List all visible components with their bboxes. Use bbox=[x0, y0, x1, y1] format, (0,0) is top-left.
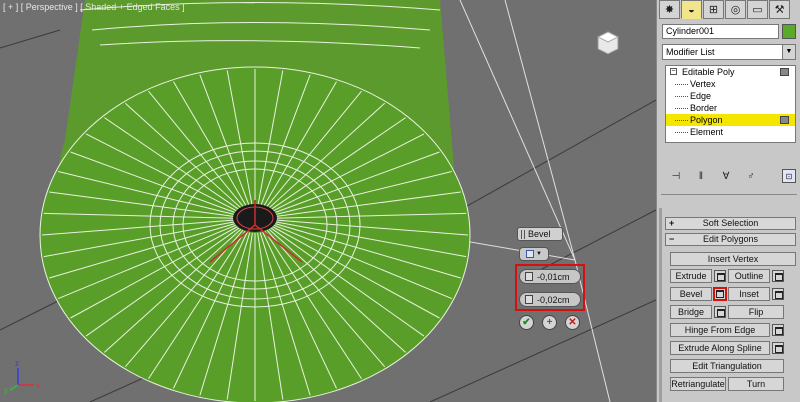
bevel-outline-field[interactable]: -0,02cm bbox=[519, 292, 581, 307]
soft-selection-rollout[interactable]: + Soft Selection bbox=[665, 217, 796, 230]
display-icon: ▭ bbox=[752, 4, 763, 16]
extrude-along-spline-button[interactable]: Extrude Along Spline bbox=[670, 341, 770, 355]
command-panel-tabs: ✸ ◒ ⊞ ◎ ▭ ⚒ bbox=[659, 0, 790, 20]
bevel-caddy-label: Bevel bbox=[528, 229, 551, 239]
collapse-icon: − bbox=[669, 234, 675, 244]
modifier-stack: − Editable Poly Vertex Edge Border Polyg… bbox=[665, 65, 796, 143]
object-name-field[interactable]: Cylinder001 bbox=[662, 24, 779, 39]
viewport-scene: x y z bbox=[0, 0, 656, 402]
collapse-icon[interactable]: − bbox=[670, 68, 677, 75]
command-panel: ✸ ◒ ⊞ ◎ ▭ ⚒ Cylinder001 Modifier List ▼ … bbox=[656, 0, 800, 402]
edit-triangulation-button[interactable]: Edit Triangulation bbox=[670, 359, 784, 373]
bridge-button[interactable]: Bridge bbox=[670, 305, 712, 319]
light-bulb-icon[interactable] bbox=[780, 68, 789, 76]
remove-modifier-icon[interactable]: ♂ bbox=[740, 171, 762, 182]
bevel-height-value: -0,01cm bbox=[537, 271, 570, 282]
outline-settings-icon[interactable] bbox=[772, 270, 784, 282]
inset-button[interactable]: Inset bbox=[728, 287, 770, 301]
bevel-caddy-title[interactable]: Bevel bbox=[517, 227, 563, 241]
tab-motion[interactable]: ◎ bbox=[725, 0, 746, 19]
edit-polygons-rollout[interactable]: − Edit Polygons bbox=[665, 233, 796, 246]
polygon-level-icon bbox=[780, 116, 789, 124]
inset-settings-icon[interactable] bbox=[772, 288, 784, 300]
hinge-settings-icon[interactable] bbox=[772, 324, 784, 336]
modifier-list-dropdown[interactable]: Modifier List ▼ bbox=[662, 44, 796, 60]
caddy-grip-icon[interactable] bbox=[521, 229, 525, 239]
retriangulate-button[interactable]: Retriangulate bbox=[670, 377, 726, 391]
bevel-outline-value: -0,02cm bbox=[537, 294, 570, 305]
outline-icon bbox=[525, 295, 533, 304]
tab-display[interactable]: ▭ bbox=[747, 0, 768, 19]
extrude-along-spline-settings-icon[interactable] bbox=[772, 342, 784, 354]
caddy-ok-button[interactable]: ✔ bbox=[519, 315, 534, 330]
svg-text:y: y bbox=[4, 386, 8, 395]
hinge-from-edge-button[interactable]: Hinge From Edge bbox=[670, 323, 770, 337]
stack-tools: ⊣ ǁ ∀ ♂ ⊡ bbox=[665, 167, 796, 185]
tab-utilities[interactable]: ⚒ bbox=[769, 0, 790, 19]
stack-item-border[interactable]: Border bbox=[666, 102, 795, 114]
bevel-type-dropdown[interactable]: ▼ bbox=[519, 247, 549, 261]
bevel-height-field[interactable]: -0,01cm bbox=[519, 269, 581, 284]
group-type-icon bbox=[526, 250, 535, 258]
stack-item-edge[interactable]: Edge bbox=[666, 90, 795, 102]
perspective-viewport[interactable]: x y z [ + ] [ Perspective ] [ Shaded + E… bbox=[0, 0, 656, 402]
create-icon: ✸ bbox=[664, 4, 675, 16]
height-icon bbox=[525, 272, 533, 281]
viewport-label[interactable]: [ + ] [ Perspective ] [ Shaded + Edged F… bbox=[3, 2, 185, 12]
configure-modifier-sets-icon[interactable]: ⊡ bbox=[782, 169, 796, 183]
utilities-icon: ⚒ bbox=[774, 4, 785, 16]
tab-modify[interactable]: ◒ bbox=[681, 0, 702, 19]
flip-button[interactable]: Flip bbox=[728, 305, 784, 319]
bridge-settings-icon[interactable] bbox=[714, 306, 726, 318]
panel-divider bbox=[661, 194, 797, 195]
extrude-button[interactable]: Extrude bbox=[670, 269, 712, 283]
modify-icon: ◒ bbox=[688, 3, 695, 16]
motion-icon: ◎ bbox=[730, 4, 741, 16]
turn-button[interactable]: Turn bbox=[728, 377, 784, 391]
svg-text:z: z bbox=[15, 359, 19, 368]
chevron-down-icon: ▼ bbox=[782, 45, 795, 59]
bevel-button[interactable]: Bevel bbox=[670, 287, 712, 301]
show-end-result-icon[interactable]: ǁ bbox=[690, 171, 712, 182]
tab-create[interactable]: ✸ bbox=[659, 0, 680, 19]
expand-icon: + bbox=[669, 218, 675, 228]
tab-hierarchy[interactable]: ⊞ bbox=[703, 0, 724, 19]
panel-scrollbar[interactable] bbox=[659, 208, 662, 402]
svg-text:x: x bbox=[36, 381, 40, 390]
stack-item-editable-poly[interactable]: − Editable Poly bbox=[666, 66, 795, 78]
bevel-settings-icon[interactable] bbox=[713, 287, 727, 301]
caddy-cancel-button[interactable]: ✕ bbox=[565, 315, 580, 330]
stack-item-element[interactable]: Element bbox=[666, 126, 795, 138]
caddy-apply-button[interactable]: + bbox=[542, 315, 557, 330]
make-unique-icon[interactable]: ∀ bbox=[715, 171, 737, 182]
insert-vertex-button[interactable]: Insert Vertex bbox=[670, 252, 796, 266]
hierarchy-icon: ⊞ bbox=[708, 4, 719, 16]
stack-item-polygon[interactable]: Polygon bbox=[666, 114, 795, 126]
outline-button[interactable]: Outline bbox=[728, 269, 770, 283]
dropdown-arrow-icon: ▼ bbox=[536, 251, 542, 257]
stack-item-vertex[interactable]: Vertex bbox=[666, 78, 795, 90]
extrude-settings-icon[interactable] bbox=[714, 270, 726, 282]
modifier-list-label: Modifier List bbox=[666, 47, 715, 57]
pin-stack-icon[interactable]: ⊣ bbox=[665, 171, 687, 182]
object-color-swatch[interactable] bbox=[782, 24, 796, 39]
